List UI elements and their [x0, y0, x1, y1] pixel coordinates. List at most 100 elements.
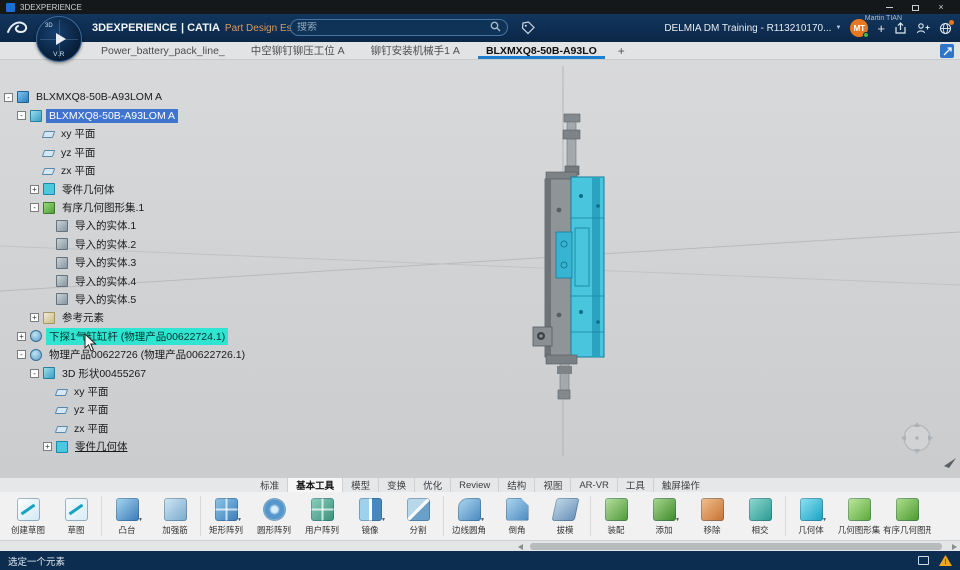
viewport-3d[interactable]: - BLXMXQ8-50B-A93LOM A - BLXMXQ8-50B-A93…	[0, 60, 960, 478]
minimize-button[interactable]	[876, 0, 902, 14]
collab-space-selector[interactable]: DELMIA DM Training - R113210170... ▼	[664, 23, 841, 34]
ribbon-tool[interactable]: 创建草图	[4, 494, 52, 536]
ribbon-tab[interactable]: 模型	[342, 478, 378, 492]
ribbon-tool[interactable]: 几何图形集	[835, 494, 883, 536]
ribbon-tab[interactable]: 基本工具	[287, 478, 343, 492]
ribbon-tool[interactable]: 装配	[592, 494, 640, 536]
navigation-compass[interactable]	[901, 422, 933, 454]
scrollbar-thumb[interactable]	[530, 543, 942, 550]
search-icon[interactable]	[490, 19, 501, 37]
model-pneumatic-cylinder[interactable]	[532, 113, 605, 400]
document-tab[interactable]: BLXMXQ8-50B-A93LO	[473, 42, 610, 59]
panel-toggle-icon[interactable]	[918, 556, 929, 565]
tag-icon[interactable]	[521, 21, 535, 40]
ribbon-tool[interactable]: ▼ 几何体	[787, 494, 835, 536]
ribbon-tool[interactable]: 倒角	[493, 494, 541, 536]
scroll-right-icon[interactable]	[952, 543, 957, 550]
body-icon	[56, 440, 68, 453]
tree-item[interactable]: - 有序几何图形集.1	[4, 198, 248, 216]
ribbon-tool-label: 倒角	[508, 525, 526, 535]
tree-item[interactable]: xy 平面	[4, 382, 248, 400]
tree-item[interactable]: zx 平面	[4, 162, 248, 180]
tree-item[interactable]: 导入的实体.5	[4, 290, 248, 308]
expander-icon[interactable]: -	[30, 368, 39, 378]
ribbon-tool[interactable]: ▼ 边线圆角	[445, 494, 493, 536]
share-icon[interactable]	[894, 21, 907, 35]
add-content-icon[interactable]: +	[877, 22, 885, 35]
dropdown-arrow-icon[interactable]: ▼	[480, 517, 485, 523]
tree-item[interactable]: 导入的实体.3	[4, 254, 248, 272]
dropdown-arrow-icon[interactable]: ▼	[675, 517, 680, 523]
tree-item[interactable]: + 下探1气缸缸杆 (物理产品00622724.1)	[4, 327, 248, 345]
expander-icon[interactable]: +	[17, 331, 26, 341]
warning-icon[interactable]: !	[939, 555, 952, 566]
new-tab-button[interactable]: +	[610, 42, 633, 59]
expander-icon[interactable]: +	[30, 184, 39, 194]
ribbon-tool[interactable]: ▼ 镜像	[346, 494, 394, 536]
collaboration-icon[interactable]	[916, 22, 930, 34]
ribbon-tab[interactable]: 变换	[378, 478, 414, 492]
document-tab[interactable]: 铆钉安装机械手1 A	[358, 42, 473, 59]
ribbon-tool[interactable]: 相交	[736, 494, 784, 536]
expand-viewport-icon[interactable]	[940, 44, 954, 58]
ribbon-tool[interactable]: 有序几何图形集	[883, 494, 931, 536]
ribbon-tool[interactable]: 分割	[394, 494, 442, 536]
expander-icon[interactable]: +	[43, 442, 52, 452]
ribbon-tool[interactable]: ▼ 矩形阵列	[202, 494, 250, 536]
globe-icon[interactable]	[939, 19, 954, 35]
3dexperience-compass[interactable]: 3D V.R	[36, 16, 82, 62]
ribbon-tab[interactable]: Review	[450, 478, 498, 492]
ribbon-scrollbar[interactable]	[0, 540, 960, 551]
ribbon-tab[interactable]: 视图	[534, 478, 570, 492]
dropdown-arrow-icon[interactable]: ▼	[381, 517, 386, 523]
tree-item[interactable]: - BLXMXQ8-50B-A93LOM A	[4, 106, 248, 124]
expander-icon[interactable]: -	[17, 111, 26, 121]
expander-icon[interactable]: -	[30, 203, 39, 213]
viewport-corner-arrow-icon[interactable]	[944, 458, 956, 468]
ribbon-tool[interactable]: 移除	[688, 494, 736, 536]
dropdown-arrow-icon[interactable]: ▼	[822, 517, 827, 523]
ribbon-tool[interactable]: 草图	[52, 494, 100, 536]
tree-item[interactable]: + 参考元素	[4, 309, 248, 327]
tree-item[interactable]: 导入的实体.1	[4, 217, 248, 235]
ribbon-tab[interactable]: 优化	[414, 478, 450, 492]
tree-item[interactable]: zx 平面	[4, 419, 248, 437]
document-tab[interactable]: 中空铆钉铆压工位 A	[238, 42, 358, 59]
ribbon-tool[interactable]: ▼ 添加	[640, 494, 688, 536]
ribbon-tab-label: Review	[459, 479, 491, 491]
tree-item[interactable]: + 零件几何体	[4, 180, 248, 198]
ribbon-tool[interactable]: 拔模	[541, 494, 589, 536]
document-tab[interactable]: Power_battery_pack_line_	[88, 42, 238, 59]
tree-item[interactable]: - 物理产品00622726 (物理产品00622726.1)	[4, 345, 248, 363]
dropdown-arrow-icon[interactable]: ▼	[138, 517, 143, 523]
maximize-button[interactable]	[902, 0, 928, 14]
ribbon-tool[interactable]: 加强筋	[151, 494, 199, 536]
expander-icon[interactable]: -	[4, 92, 13, 102]
ribbon-tab[interactable]: 触屏操作	[652, 478, 708, 492]
tree-item[interactable]: 导入的实体.2	[4, 235, 248, 253]
ribbon-tool[interactable]: 用户阵列	[298, 494, 346, 536]
search-input[interactable]	[297, 22, 490, 33]
tree-item[interactable]: - BLXMXQ8-50B-A93LOM A	[4, 88, 248, 106]
ribbon-tool[interactable]: 圆形阵列	[250, 494, 298, 536]
ribbon-tab[interactable]: AR-VR	[570, 478, 617, 492]
ribbon-tab[interactable]: 标准	[252, 478, 287, 492]
tree-item[interactable]: - 3D 形状00455267	[4, 364, 248, 382]
close-button[interactable]: ×	[928, 0, 954, 14]
ribbon-tool[interactable]: ▼ 凸台	[103, 494, 151, 536]
expander-icon[interactable]: -	[17, 350, 26, 360]
ribbon-tab[interactable]: 工具	[616, 478, 653, 492]
dropdown-arrow-icon[interactable]: ▼	[237, 517, 242, 523]
add-icon	[652, 497, 676, 521]
tree-item[interactable]: yz 平面	[4, 401, 248, 419]
expander-icon[interactable]: +	[30, 313, 39, 323]
tree-item[interactable]: 导入的实体.4	[4, 272, 248, 290]
avatar[interactable]: MT	[850, 19, 870, 38]
tree-item[interactable]: xy 平面	[4, 125, 248, 143]
search-box[interactable]	[290, 19, 508, 36]
ribbon-tab[interactable]: 结构	[498, 478, 534, 492]
tree-item[interactable]: yz 平面	[4, 143, 248, 161]
tree-item[interactable]: + 零件几何体	[4, 437, 248, 455]
scroll-left-icon[interactable]	[518, 543, 523, 550]
